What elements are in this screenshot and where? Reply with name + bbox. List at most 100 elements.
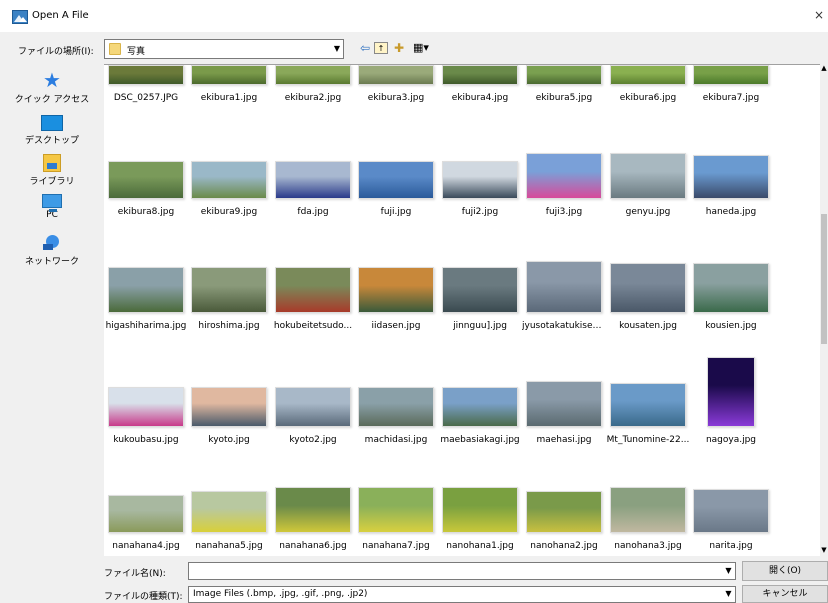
file-item[interactable]: ekibura1.jpg bbox=[187, 65, 271, 105]
thumbnail bbox=[610, 263, 686, 313]
thumbnail bbox=[358, 267, 434, 313]
file-item[interactable]: ekibura3.jpg bbox=[354, 65, 438, 105]
file-item[interactable]: nagoya.jpg bbox=[689, 333, 773, 447]
scroll-up-icon[interactable]: ▲ bbox=[820, 64, 828, 74]
file-item[interactable]: kousien.jpg bbox=[689, 219, 773, 333]
file-item[interactable]: maehasi.jpg bbox=[522, 333, 606, 447]
thumbnail bbox=[610, 153, 686, 199]
places-item[interactable]: デスクトップ bbox=[0, 112, 104, 146]
up-folder-icon[interactable]: ↑ bbox=[374, 42, 388, 54]
file-item[interactable]: haneda.jpg bbox=[689, 105, 773, 219]
file-item[interactable]: hiroshima.jpg bbox=[187, 219, 271, 333]
file-item[interactable]: nanahana7.jpg bbox=[354, 439, 438, 553]
look-in-combo[interactable]: 写真 ▼ bbox=[104, 39, 344, 59]
file-item[interactable]: ekibura5.jpg bbox=[522, 65, 606, 105]
file-item[interactable]: Mt_Tunomine-22... bbox=[606, 333, 690, 447]
file-item[interactable]: machidasi.jpg bbox=[354, 333, 438, 447]
file-item[interactable]: kousaten.jpg bbox=[606, 219, 690, 333]
thumbnail bbox=[358, 487, 434, 533]
file-item[interactable]: ekibura8.jpg bbox=[104, 105, 188, 219]
places-item[interactable]: PC bbox=[0, 194, 104, 220]
thumbnail bbox=[442, 487, 518, 533]
file-item[interactable]: narita.jpg bbox=[689, 439, 773, 553]
file-item[interactable]: fuji2.jpg bbox=[438, 105, 522, 219]
file-name: fuji3.jpg bbox=[545, 207, 583, 217]
file-item[interactable]: ekibura4.jpg bbox=[438, 65, 522, 105]
file-item[interactable]: jyusotakatukisen.... bbox=[522, 219, 606, 333]
file-name: ekibura8.jpg bbox=[117, 207, 175, 217]
thumbnail bbox=[358, 387, 434, 427]
file-item[interactable]: hokubeitetsudo... bbox=[271, 219, 355, 333]
file-name: ekibura5.jpg bbox=[535, 93, 593, 103]
vertical-scrollbar[interactable]: ▲ ▼ bbox=[820, 64, 828, 556]
new-folder-icon[interactable]: ✚ bbox=[392, 40, 406, 56]
thumbnail bbox=[442, 387, 518, 427]
folder-icon bbox=[109, 43, 121, 55]
file-item[interactable]: fda.jpg bbox=[271, 105, 355, 219]
thumbnail bbox=[526, 261, 602, 313]
file-name: hokubeitetsudo... bbox=[273, 321, 353, 331]
places-item[interactable]: ★ クイック アクセス bbox=[0, 70, 104, 105]
file-item[interactable]: nanohana3.jpg bbox=[606, 439, 690, 553]
places-item[interactable]: ライブラリ bbox=[0, 154, 104, 187]
file-item[interactable]: nanohana2.jpg bbox=[522, 439, 606, 553]
thumbnail bbox=[526, 65, 602, 85]
file-item[interactable]: maebasiakagi.jpg bbox=[438, 333, 522, 447]
file-name: haneda.jpg bbox=[705, 207, 757, 217]
file-item[interactable]: iidasen.jpg bbox=[354, 219, 438, 333]
file-name: fuji.jpg bbox=[380, 207, 412, 217]
file-name: fda.jpg bbox=[297, 207, 329, 217]
file-item[interactable]: kyoto2.jpg bbox=[271, 333, 355, 447]
file-item[interactable]: ekibura7.jpg bbox=[689, 65, 773, 105]
places-item[interactable]: ネットワーク bbox=[0, 234, 104, 267]
file-item[interactable]: nanahana4.jpg bbox=[104, 439, 188, 553]
file-item[interactable]: ekibura2.jpg bbox=[271, 65, 355, 105]
open-button[interactable]: 開く(O) bbox=[742, 561, 828, 581]
file-name: DSC_0257.JPG bbox=[113, 93, 179, 103]
places-item-label: デスクトップ bbox=[24, 136, 79, 146]
file-name: kousien.jpg bbox=[705, 321, 757, 331]
back-icon[interactable]: ⇦ bbox=[358, 40, 372, 56]
file-item[interactable]: DSC_0257.JPG bbox=[104, 65, 188, 105]
places-item-label: クイック アクセス bbox=[14, 95, 90, 105]
network-icon bbox=[42, 234, 62, 252]
file-item[interactable]: fuji.jpg bbox=[354, 105, 438, 219]
places-item-label: ライブラリ bbox=[29, 177, 75, 187]
file-item[interactable]: ekibura9.jpg bbox=[187, 105, 271, 219]
file-list[interactable]: DSC_0257.JPG ekibura1.jpg ekibura2.jpg ekib… bbox=[104, 64, 824, 556]
file-name: nanahana6.jpg bbox=[279, 541, 347, 551]
view-menu-icon[interactable]: ▦▾ bbox=[410, 40, 432, 56]
cancel-button[interactable]: キャンセル bbox=[742, 585, 828, 603]
file-name: jyusotakatukisen.... bbox=[522, 321, 606, 331]
file-item[interactable]: jinnguu].jpg bbox=[438, 219, 522, 333]
filename-input[interactable] bbox=[188, 562, 736, 580]
thumbnail bbox=[707, 357, 755, 427]
scrollbar-thumb[interactable] bbox=[821, 214, 827, 344]
scroll-down-icon[interactable]: ▼ bbox=[820, 546, 828, 556]
quick-access-icon: ★ bbox=[43, 68, 61, 92]
file-item[interactable]: ekibura6.jpg bbox=[606, 65, 690, 105]
file-item[interactable]: kyoto.jpg bbox=[187, 333, 271, 447]
file-item[interactable]: genyu.jpg bbox=[606, 105, 690, 219]
file-item[interactable]: fuji3.jpg bbox=[522, 105, 606, 219]
thumbnail bbox=[275, 487, 351, 533]
filename-dropdown-icon[interactable]: ▼ bbox=[722, 563, 735, 579]
file-item[interactable]: kukoubasu.jpg bbox=[104, 333, 188, 447]
file-item[interactable]: higashiharima.jpg bbox=[104, 219, 188, 333]
close-button[interactable]: × bbox=[814, 8, 828, 24]
file-name: ekibura2.jpg bbox=[284, 93, 342, 103]
thumbnail bbox=[191, 267, 267, 313]
file-item[interactable]: nanahana6.jpg bbox=[271, 439, 355, 553]
file-name: nanohana3.jpg bbox=[614, 541, 682, 551]
file-item[interactable]: nanohana1.jpg bbox=[438, 439, 522, 553]
chevron-down-icon[interactable]: ▼ bbox=[334, 44, 340, 53]
filetype-select[interactable]: Image Files (.bmp, .jpg, .gif, .png, .jp… bbox=[188, 586, 736, 603]
thumbnail bbox=[358, 65, 434, 85]
thumbnail bbox=[275, 65, 351, 85]
filetype-dropdown-icon[interactable]: ▼ bbox=[722, 587, 735, 601]
file-name: fuji2.jpg bbox=[461, 207, 499, 217]
thumbnail bbox=[191, 387, 267, 427]
file-item[interactable]: nanahana5.jpg bbox=[187, 439, 271, 553]
file-name: jinnguu].jpg bbox=[453, 321, 507, 331]
thumbnail bbox=[191, 491, 267, 533]
